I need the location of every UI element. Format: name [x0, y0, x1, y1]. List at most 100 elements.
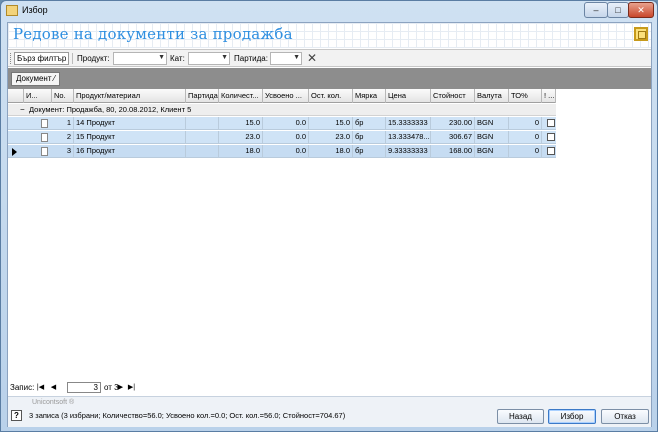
collapse-icon[interactable]: −	[20, 105, 25, 114]
batch-filter-combo[interactable]: ▼	[270, 52, 302, 65]
back-button[interactable]: Назад	[497, 409, 544, 424]
row-checkbox[interactable]	[547, 133, 555, 141]
cell-used: 0.0	[263, 131, 309, 144]
cell-quantity: 15.0	[219, 117, 263, 130]
record-navigator: Запис: |◀ ◀ 3 от 3 ▶ ▶|	[8, 381, 651, 395]
current-record-input[interactable]: 3	[67, 382, 101, 393]
cell-batch	[186, 145, 219, 158]
current-row-indicator-icon	[12, 148, 17, 156]
cell-value: 230.00	[431, 117, 475, 130]
column-header-batch[interactable]: Партида	[186, 89, 219, 103]
column-header-price[interactable]: Цена	[386, 89, 431, 103]
filter-toolbar: Бърз филтър Продукт: ▼ Кат: ▼ Партида: ▼…	[8, 49, 651, 67]
cell-quantity: 18.0	[219, 145, 263, 158]
column-header-quantity[interactable]: Количест...	[219, 89, 263, 103]
row-checkbox[interactable]	[547, 147, 555, 155]
table-row[interactable]: 1 14 Продукт 15.0 0.0 15.0 бр 15.3333333…	[8, 117, 556, 130]
table-row-current[interactable]: 3 16 Продукт 18.0 0.0 18.0 бр 9.33333333…	[8, 145, 556, 158]
cell-currency: BGN	[475, 145, 509, 158]
cell-used: 0.0	[263, 145, 309, 158]
group-row[interactable]: − Документ: Продажба, 80, 20.08.2012, Кл…	[8, 104, 556, 116]
cell-price: 13.333478...	[386, 131, 431, 144]
cell-unit: бр	[353, 145, 386, 158]
close-button[interactable]: ✕	[628, 2, 654, 18]
minimize-button[interactable]: –	[584, 2, 608, 18]
column-header-product[interactable]: Продукт/материал	[74, 89, 186, 103]
cell-currency: BGN	[475, 131, 509, 144]
chevron-down-icon: ▼	[221, 54, 228, 61]
brand-label: Unicontsoft ®	[32, 399, 75, 406]
cell-remaining: 23.0	[309, 131, 353, 144]
document-icon	[41, 147, 48, 156]
footer: Unicontsoft ® ? 3 записа (3 избрани; Кол…	[8, 396, 651, 427]
previous-record-icon[interactable]: ◀	[49, 382, 58, 393]
window-title: Избор	[22, 5, 48, 15]
cell-value: 168.00	[431, 145, 475, 158]
first-record-icon[interactable]: |◀	[36, 382, 45, 393]
toolbar-separator	[72, 53, 73, 64]
product-filter-label: Продукт:	[77, 54, 110, 63]
cell-remaining: 18.0	[309, 145, 353, 158]
document-icon	[41, 133, 48, 142]
page-header: Редове на документи за продажба	[8, 23, 651, 48]
cell-to: 0	[509, 117, 542, 130]
column-header-remaining[interactable]: Ост. кол.	[309, 89, 353, 103]
product-filter-combo[interactable]: ▼	[113, 52, 167, 65]
column-header-indicator	[8, 89, 24, 103]
cancel-button[interactable]: Отказ	[601, 409, 649, 424]
cell-product: 14 Продукт	[74, 117, 186, 130]
column-header-to[interactable]: ТО%	[509, 89, 542, 103]
cell-unit: бр	[353, 117, 386, 130]
cell-to: 0	[509, 145, 542, 158]
column-header-currency[interactable]: Валута	[475, 89, 509, 103]
cell-quantity: 23.0	[219, 131, 263, 144]
group-row-label: Документ: Продажба, 80, 20.08.2012, Клие…	[29, 105, 192, 114]
select-button[interactable]: Избор	[548, 409, 596, 424]
group-chip-document[interactable]: Документ ⁄	[11, 72, 61, 86]
cell-currency: BGN	[475, 117, 509, 130]
cell-price: 15.3333333	[386, 117, 431, 130]
row-checkbox[interactable]	[547, 119, 555, 127]
cell-batch	[186, 131, 219, 144]
group-by-panel: Документ ⁄	[8, 68, 651, 89]
maximize-button[interactable]: □	[607, 2, 629, 18]
column-header-icon[interactable]: И...	[24, 89, 52, 103]
cell-unit: бр	[353, 131, 386, 144]
cell-remaining: 15.0	[309, 117, 353, 130]
grid-header: И... No. Продукт/материал Партида Количе…	[8, 89, 556, 103]
column-header-no[interactable]: No.	[52, 89, 74, 103]
cell-price: 9.33333333	[386, 145, 431, 158]
cell-no: 3	[52, 145, 74, 158]
title-bar: Избор – □ ✕	[1, 1, 657, 21]
status-summary: 3 записа (3 избрани; Количество=56.0; Ус…	[29, 411, 346, 420]
help-icon[interactable]: ?	[11, 410, 22, 421]
selection-window: Избор – □ ✕ Редове на документи за прода…	[0, 0, 658, 432]
quick-filter-button[interactable]: Бърз филтър	[14, 52, 70, 65]
cell-value: 306.67	[431, 131, 475, 144]
batch-filter-label: Партида:	[234, 54, 268, 63]
category-filter-label: Кат:	[170, 54, 185, 63]
client-area: Редове на документи за продажба Бърз фил…	[7, 22, 652, 427]
cell-product: 15 Продукт	[74, 131, 186, 144]
column-header-used[interactable]: Усвоено ...	[263, 89, 309, 103]
chevron-down-icon: ▼	[158, 54, 165, 61]
restore-layout-icon[interactable]	[634, 27, 648, 41]
column-header-value[interactable]: Стойност	[431, 89, 475, 103]
document-icon	[41, 119, 48, 128]
cell-to: 0	[509, 131, 542, 144]
last-record-icon[interactable]: ▶|	[127, 382, 136, 393]
clear-filter-icon[interactable]: ✕	[307, 51, 317, 65]
window-icon	[6, 5, 18, 16]
record-label: Запис:	[10, 383, 35, 392]
category-filter-combo[interactable]: ▼	[188, 52, 230, 65]
column-header-unit[interactable]: Мярка	[353, 89, 386, 103]
cell-batch	[186, 117, 219, 130]
page-title: Редове на документи за продажба	[13, 25, 293, 43]
cell-used: 0.0	[263, 117, 309, 130]
data-grid: И... No. Продукт/материал Партида Количе…	[8, 89, 651, 381]
toolbar-grip[interactable]	[10, 53, 13, 64]
chevron-down-icon: ▼	[293, 54, 300, 61]
table-row[interactable]: 2 15 Продукт 23.0 0.0 23.0 бр 13.333478.…	[8, 131, 556, 144]
next-record-icon[interactable]: ▶	[116, 382, 125, 393]
column-header-flag[interactable]: ! ...	[542, 89, 556, 103]
